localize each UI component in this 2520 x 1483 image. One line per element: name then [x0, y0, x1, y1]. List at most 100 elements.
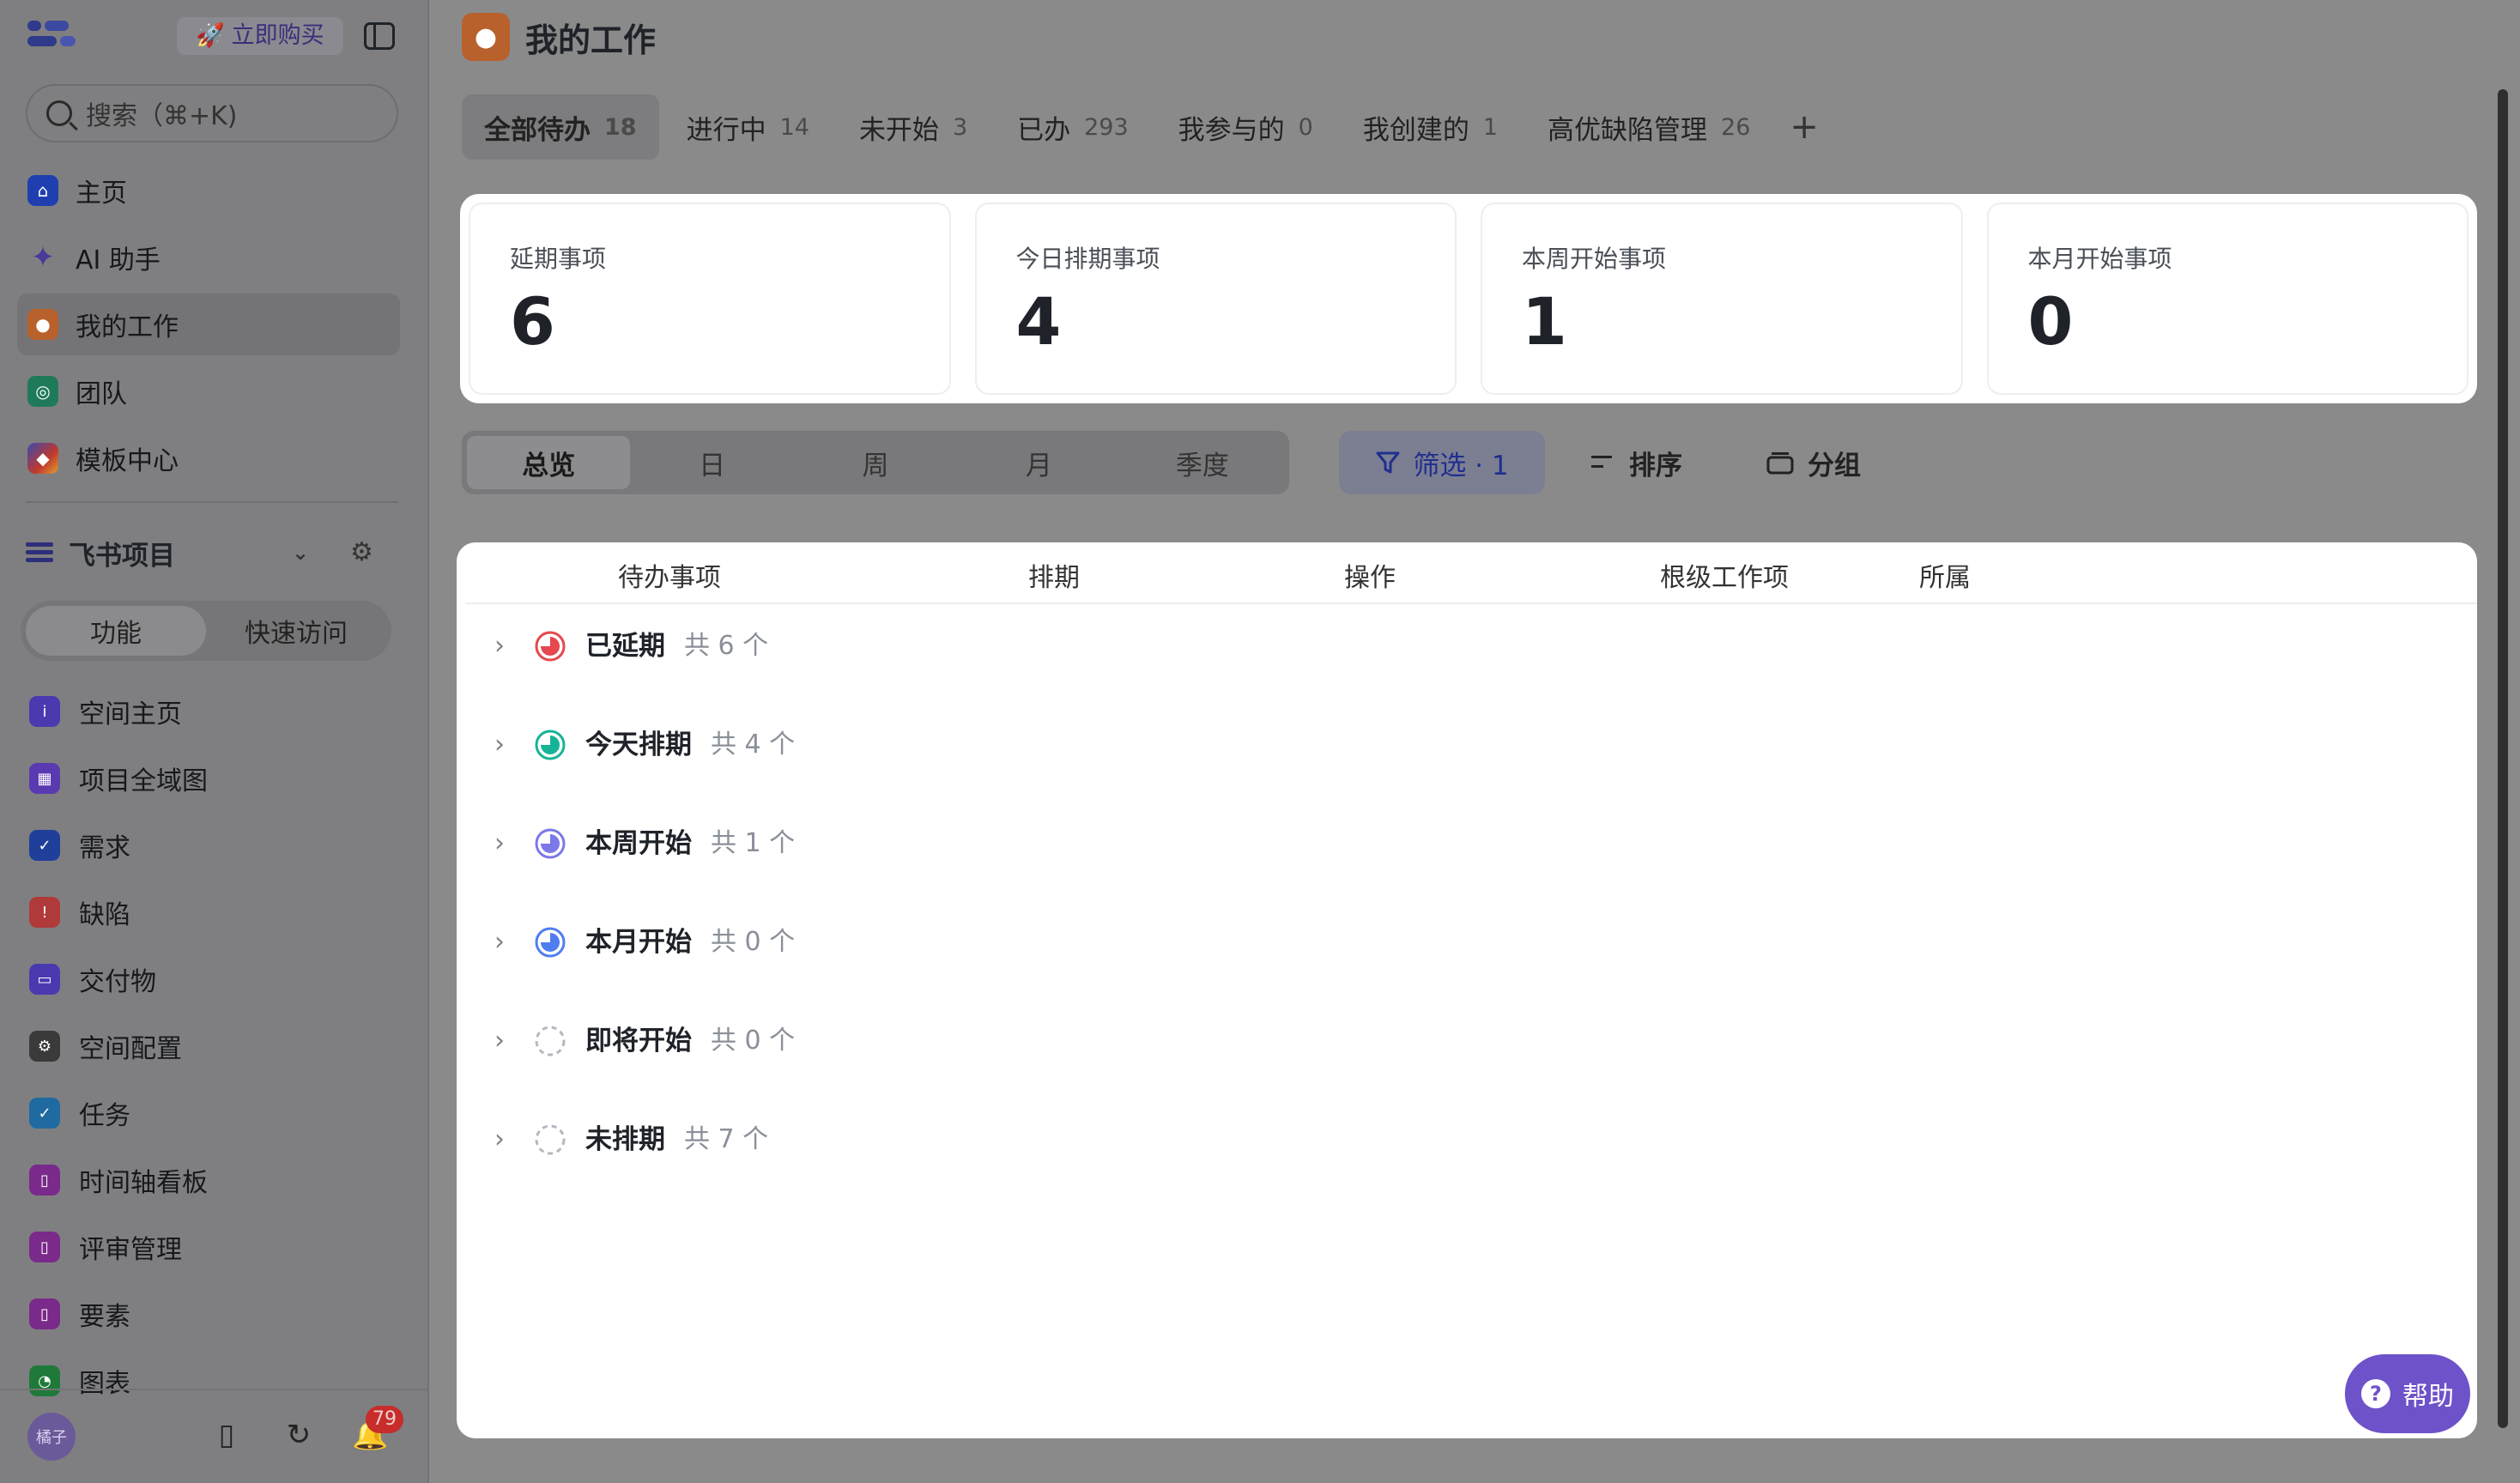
chevron-down-icon[interactable]: ⌄: [292, 541, 309, 565]
chevron-right-icon[interactable]: ›: [494, 729, 515, 761]
check-icon: ✓: [29, 830, 60, 861]
month-status-icon: [535, 927, 566, 958]
settings-sliders-icon[interactable]: ⚙: [350, 537, 373, 567]
column-actions[interactable]: 操作: [1344, 556, 1396, 594]
tab-all-todo[interactable]: 全部待办 18: [462, 94, 659, 160]
column-todo[interactable]: 待办事项: [618, 556, 721, 594]
sort-icon: [1591, 456, 1612, 468]
app-logo-icon[interactable]: [26, 19, 79, 53]
gear-icon: ⚙: [29, 1031, 60, 1062]
filter-button[interactable]: 筛选 · 1: [1339, 431, 1545, 494]
sidebar-header: 🚀 立即购买: [26, 15, 403, 57]
column-root-item[interactable]: 根级工作项: [1660, 556, 1789, 594]
week-status-icon: [535, 828, 566, 859]
chevron-right-icon[interactable]: ›: [494, 630, 515, 663]
bookmark-icon: ▯: [29, 1232, 60, 1262]
stat-card-overdue[interactable]: 延期事项 6: [469, 203, 951, 395]
nav-item-team[interactable]: ◎ 团队: [17, 360, 400, 422]
view-week[interactable]: 周: [794, 436, 957, 489]
sub-item-elements[interactable]: ▯ 要素: [26, 1280, 398, 1347]
tab-created[interactable]: 我创建的 1: [1341, 94, 1520, 160]
group-icon: [1766, 452, 1794, 475]
tab-in-progress[interactable]: 进行中 14: [664, 94, 832, 160]
tab-participated[interactable]: 我参与的 0: [1156, 94, 1336, 160]
tab-high-priority-defects[interactable]: 高优缺陷管理 26: [1525, 94, 1772, 160]
refresh-icon[interactable]: ↻: [282, 1418, 316, 1456]
upcoming-status-icon: [535, 1026, 566, 1056]
bookmark-icon: ▯: [29, 1298, 60, 1329]
buy-now-button[interactable]: 🚀 立即购买: [177, 17, 343, 55]
overdue-status-icon: [535, 631, 566, 662]
view-overview[interactable]: 总览: [467, 436, 631, 489]
chevron-right-icon[interactable]: ›: [494, 926, 515, 959]
nav-item-templates[interactable]: ◆ 模板中心: [17, 427, 400, 489]
mobile-icon[interactable]: ▯: [209, 1418, 244, 1456]
stat-card-today[interactable]: 今日排期事项 4: [974, 203, 1457, 395]
group-row-this-month[interactable]: › 本月开始 共 0 个: [494, 926, 795, 1025]
sidebar-divider: [26, 501, 398, 503]
sub-item-deliverables[interactable]: ▭ 交付物: [26, 946, 398, 1013]
group-row-unscheduled[interactable]: › 未排期 共 7 个: [494, 1123, 795, 1222]
sub-item-space-home[interactable]: i 空间主页: [26, 678, 398, 745]
group-row-overdue[interactable]: › 已延期 共 6 个: [494, 630, 795, 729]
tab-done[interactable]: 已办 293: [995, 94, 1151, 160]
filter-icon: [1376, 451, 1400, 474]
nav-item-home[interactable]: ⌂ 主页: [17, 160, 400, 221]
chevron-right-icon[interactable]: ›: [494, 1123, 515, 1156]
sub-item-requirements[interactable]: ✓ 需求: [26, 812, 398, 879]
nav-item-ai-assistant[interactable]: ✦ AI 助手: [17, 227, 400, 288]
today-status-icon: [535, 729, 566, 760]
unscheduled-status-icon: [535, 1124, 566, 1155]
segment-functions[interactable]: 功能: [26, 606, 206, 656]
info-icon: i: [29, 696, 60, 727]
scrollbar[interactable]: [2498, 89, 2508, 1428]
rocket-icon: 🚀: [196, 22, 225, 49]
sidebar: 🚀 立即购买 搜索（⌘+K) ⌂ 主页 ✦ AI 助手 ● 我的工作 ◎ 团队 …: [0, 0, 429, 1483]
sub-item-defects[interactable]: ! 缺陷: [26, 879, 398, 946]
sub-item-space-config[interactable]: ⚙ 空间配置: [26, 1013, 398, 1080]
sub-item-tasks[interactable]: ✓ 任务: [26, 1080, 398, 1147]
page-header: ● 我的工作: [462, 12, 656, 62]
tab-not-started[interactable]: 未开始 3: [837, 94, 990, 160]
alert-icon: !: [29, 897, 60, 928]
search-icon: [46, 100, 72, 126]
team-icon: ◎: [27, 376, 58, 407]
table-header: 待办事项 排期 操作 根级工作项 所属: [465, 542, 2477, 604]
sub-item-timeline-board[interactable]: ▯ 时间轴看板: [26, 1147, 398, 1214]
column-belongs[interactable]: 所属: [1919, 556, 1971, 594]
help-button[interactable]: ? 帮助: [2345, 1354, 2470, 1433]
space-nav: i 空间主页 ▦ 项目全域图 ✓ 需求 ! 缺陷 ▭ 交付物 ⚙ 空间配置 ✓ …: [26, 678, 398, 1414]
chevron-right-icon[interactable]: ›: [494, 827, 515, 860]
sub-item-project-overview[interactable]: ▦ 项目全域图: [26, 745, 398, 812]
add-tab-button[interactable]: +: [1778, 107, 1831, 147]
segment-quick-access[interactable]: 快速访问: [206, 606, 386, 656]
notification-badge: 79: [366, 1406, 403, 1433]
project-list-icon: [26, 542, 53, 563]
page-title: 我的工作: [525, 21, 657, 59]
stat-card-this-week[interactable]: 本周开始事项 1: [1481, 203, 1963, 395]
main-nav: ⌂ 主页 ✦ AI 助手 ● 我的工作 ◎ 团队 ◆ 模板中心: [17, 160, 400, 494]
todo-table: 待办事项 排期 操作 根级工作项 所属 › 已延期 共 6 个 › 今天排期 共…: [457, 542, 2477, 1438]
sub-item-review-management[interactable]: ▯ 评审管理: [26, 1214, 398, 1280]
home-icon: ⌂: [27, 175, 58, 206]
person-icon: ●: [27, 309, 58, 340]
group-list: › 已延期 共 6 个 › 今天排期 共 4 个 › 本周开始 共 1 个 › …: [494, 630, 795, 1222]
search-input[interactable]: 搜索（⌘+K): [26, 84, 398, 142]
group-row-this-week[interactable]: › 本周开始 共 1 个: [494, 827, 795, 926]
sort-button[interactable]: 排序: [1590, 431, 1682, 494]
avatar[interactable]: 橘子: [27, 1413, 76, 1461]
stats-cards: 延期事项 6 今日排期事项 4 本周开始事项 1 本月开始事项 0: [460, 194, 2477, 403]
sidebar-footer: 橘子 ▯ ↻ 🔔 79: [0, 1389, 427, 1483]
group-row-today[interactable]: › 今天排期 共 4 个: [494, 729, 795, 827]
view-quarter[interactable]: 季度: [1121, 436, 1284, 489]
group-button[interactable]: 分组: [1766, 431, 1861, 494]
sidebar-collapse-icon[interactable]: [364, 22, 395, 50]
group-row-upcoming[interactable]: › 即将开始 共 0 个: [494, 1025, 795, 1123]
nav-item-my-work[interactable]: ● 我的工作: [17, 294, 400, 355]
column-schedule[interactable]: 排期: [1028, 556, 1080, 594]
view-day[interactable]: 日: [630, 436, 793, 489]
chevron-right-icon[interactable]: ›: [494, 1025, 515, 1057]
project-switcher[interactable]: 飞书项目 ⌄ ⚙: [26, 529, 398, 577]
stat-card-this-month[interactable]: 本月开始事项 0: [1986, 203, 2469, 395]
view-month[interactable]: 月: [957, 436, 1120, 489]
